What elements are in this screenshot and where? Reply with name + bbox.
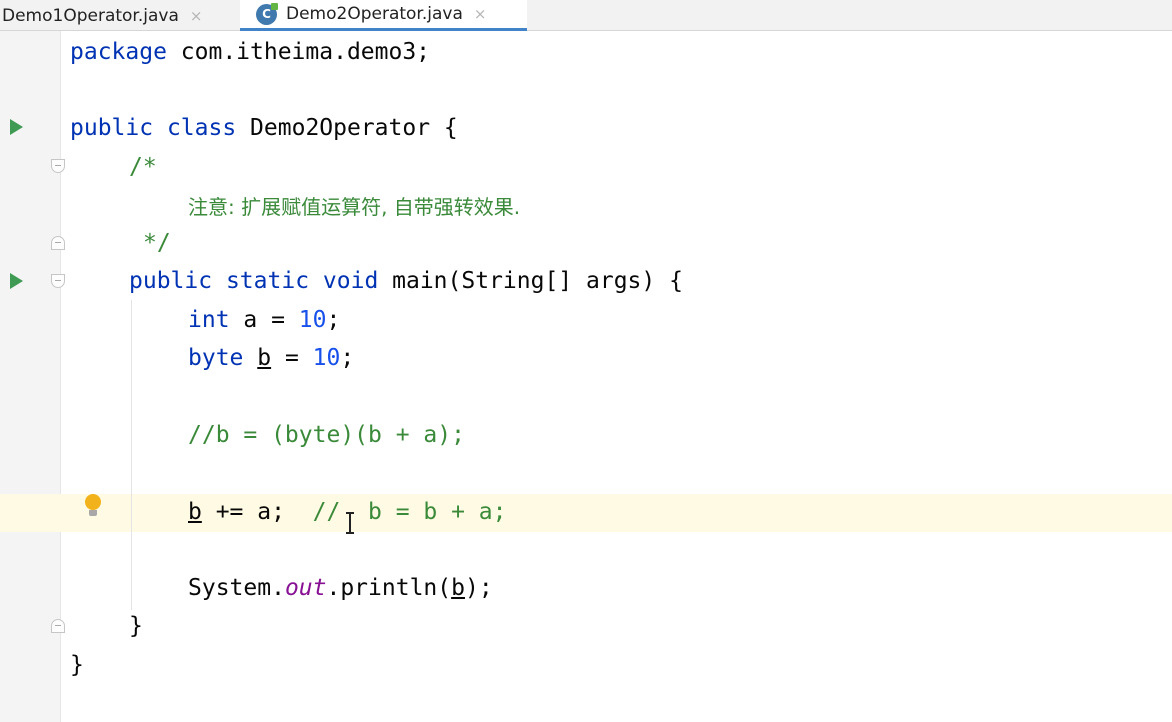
tab-demo2operator[interactable]: C Demo2Operator.java ×: [240, 0, 527, 31]
fold-icon[interactable]: [51, 159, 65, 173]
fold-icon[interactable]: [51, 236, 65, 250]
fold-icon[interactable]: [51, 274, 65, 288]
close-icon[interactable]: ×: [474, 5, 487, 23]
run-class-icon[interactable]: [10, 119, 23, 135]
tab-demo1operator[interactable]: Demo1Operator.java ×: [0, 0, 236, 31]
java-class-icon: C: [256, 2, 278, 25]
close-icon[interactable]: ×: [190, 7, 203, 25]
code-line-method-close[interactable]: }: [129, 611, 143, 641]
code-line-class-declaration[interactable]: public class Demo2Operator {: [70, 113, 458, 143]
code-line-main-declaration[interactable]: public static void main(String[] args) {: [129, 266, 683, 296]
run-main-icon[interactable]: [10, 273, 23, 289]
code-line-class-close[interactable]: }: [70, 650, 84, 680]
code-line-byte-b[interactable]: byte b = 10;: [188, 343, 354, 373]
tab-label: Demo2Operator.java: [286, 4, 463, 24]
code-line-commented-cast[interactable]: //b = (byte)(b + a);: [188, 420, 465, 450]
comment-close[interactable]: */: [143, 228, 171, 258]
tab-label: Demo1Operator.java: [2, 5, 179, 26]
code-line-package[interactable]: package com.itheima.demo3;: [70, 37, 430, 67]
comment-body[interactable]: 注意: 扩展赋值运算符, 自带强转效果.: [188, 192, 520, 222]
text-cursor-icon: [346, 512, 354, 534]
indent-guide: [131, 300, 132, 610]
fold-icon[interactable]: [51, 619, 65, 633]
current-line-highlight: [0, 494, 1172, 532]
code-line-println[interactable]: System.out.println(b);: [188, 573, 493, 603]
lightbulb-icon[interactable]: [85, 494, 101, 520]
code-line-int-a[interactable]: int a = 10;: [188, 305, 340, 335]
editor-tab-bar: Demo1Operator.java × C Demo2Operator.jav…: [0, 0, 1172, 31]
comment-open[interactable]: /*: [129, 152, 157, 182]
